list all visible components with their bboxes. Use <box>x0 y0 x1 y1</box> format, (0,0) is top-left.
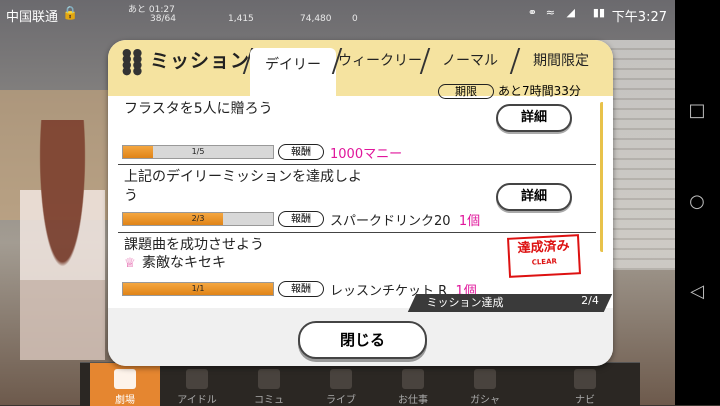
idol-icon <box>186 369 208 389</box>
hud-coins: 1,415 <box>228 14 254 24</box>
progress-bar: 1/1 <box>122 282 274 296</box>
tab-daily[interactable]: デイリー <box>250 48 336 96</box>
hud-jewels: 0 <box>352 14 358 24</box>
commu-icon <box>258 369 280 389</box>
hud-money: 74,480 <box>300 14 332 24</box>
reward-text: 1000マニー <box>330 143 402 162</box>
tab-gacha[interactable]: ガシャ <box>450 363 520 406</box>
mission-subtitle: 素敵なキセキ <box>142 255 226 271</box>
recent-apps-icon[interactable]: □ <box>688 102 706 120</box>
detail-button[interactable]: 詳細 <box>496 183 572 211</box>
progress-bar: 2/3 <box>122 212 274 226</box>
theater-icon <box>114 369 136 389</box>
reward-amount: 1個 <box>458 214 481 229</box>
tab-weekly[interactable]: ウィークリー <box>336 44 424 78</box>
time-limit: 期限 あと7時間33分 <box>438 80 581 99</box>
mission-title: 課題曲を成功させよう <box>124 237 264 253</box>
tab-navi[interactable]: ナビ <box>550 363 620 406</box>
wifi-icon: ≈ <box>545 6 555 19</box>
back-icon[interactable]: ◁ <box>688 283 706 301</box>
reward-badge: 報酬 <box>278 144 324 160</box>
home-icon[interactable]: ○ <box>688 193 706 211</box>
status-bar: 中国联通 🔒 下午3:27 ▮▮ ◢ ≈ ⚭ <box>0 0 675 28</box>
lock-icon: 🔒 <box>62 6 79 21</box>
achievement-label: ミッション達成 <box>426 296 504 309</box>
mission-item: 上記のデイリーミッションを達成しよう 詳細 2/3 報酬 スパークドリンク20 … <box>118 168 596 234</box>
mission-modal: ●● ●● ●● ●● ミッション デイリー ウィークリー ノーマル 期間限定 期限あ… <box>108 40 613 366</box>
reward-amount: 1000マニー <box>330 147 403 162</box>
status-time: 下午3:27 <box>611 10 667 25</box>
reward-badge: 報酬 <box>278 281 324 297</box>
list-divider <box>118 232 596 233</box>
cleared-stamp: 達成済み CLEAR <box>507 234 581 278</box>
progress-text: 2/3 <box>191 214 205 223</box>
close-button[interactable]: 閉じる <box>298 321 427 359</box>
tab-theater[interactable]: 劇場 <box>90 363 160 406</box>
modal-title: ミッション <box>150 50 251 72</box>
drag-grip-icon: ●● ●● ●● ●● <box>122 46 144 77</box>
key-icon: ⚭ <box>527 6 537 19</box>
tab-work[interactable]: お仕事 <box>378 363 448 406</box>
carrier-label: 中国联通 <box>6 10 59 25</box>
navi-icon <box>574 369 596 389</box>
crown-icon: ♕ <box>124 256 136 271</box>
background-character <box>20 120 105 360</box>
tab-commu[interactable]: コミュ <box>234 363 304 406</box>
tab-limited[interactable]: 期間限定 <box>516 44 606 78</box>
bottom-tab-bar: 劇場 アイドル コミュ ライブ お仕事 ガシャ ナビ <box>80 362 640 406</box>
signal-icon: ◢ <box>566 6 575 19</box>
reward-text: スパークドリンク20 1個 <box>330 214 481 229</box>
hud-stamina: 38/64 <box>150 14 176 24</box>
work-icon <box>402 369 424 389</box>
mission-title: フラスタを5人に贈ろう <box>124 101 273 117</box>
progress-text: 1/1 <box>191 284 205 293</box>
battery-icon: ▮▮ <box>592 6 605 19</box>
progress-text: 1/5 <box>191 147 205 156</box>
tab-normal[interactable]: ノーマル <box>426 44 514 78</box>
list-scrollbar[interactable] <box>600 102 603 252</box>
limit-value: あと7時間33分 <box>498 84 581 98</box>
limit-badge: 期限 <box>438 84 494 99</box>
achievement-banner: ミッション達成 2/4 <box>407 294 613 312</box>
android-nav-bar: □ ○ ◁ <box>675 0 720 405</box>
tab-live[interactable]: ライブ <box>306 363 376 406</box>
live-icon <box>330 369 352 389</box>
mission-title: 上記のデイリーミッションを達成しよう <box>124 169 362 204</box>
achievement-count: 2/4 <box>581 294 600 307</box>
mission-item: フラスタを5人に贈ろう 詳細 1/5 報酬 1000マニー <box>118 100 596 166</box>
tab-idol[interactable]: アイドル <box>162 363 232 406</box>
progress-bar: 1/5 <box>122 145 274 159</box>
detail-button[interactable]: 詳細 <box>496 104 572 132</box>
gacha-icon <box>474 369 496 389</box>
reward-badge: 報酬 <box>278 211 324 227</box>
list-divider <box>118 164 596 165</box>
